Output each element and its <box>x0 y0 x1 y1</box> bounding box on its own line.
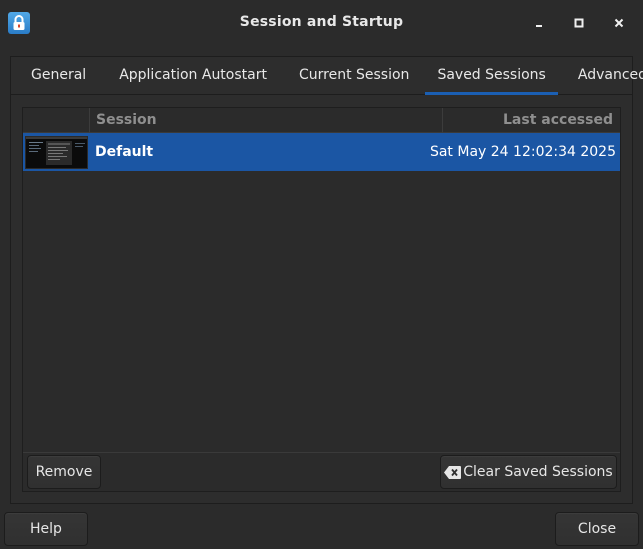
close-icon <box>614 18 624 28</box>
tab-saved-sessions[interactable]: Saved Sessions <box>425 57 559 95</box>
sessions-list[interactable]: Session Last accessed Default Sat May 24… <box>23 108 620 452</box>
maximize-icon <box>574 18 584 28</box>
session-screenshot-thumbnail <box>25 136 88 169</box>
close-window-button[interactable] <box>608 12 630 34</box>
session-column-header[interactable]: Session <box>90 108 443 133</box>
tab-general[interactable]: General <box>14 57 103 94</box>
saved-sessions-panel: Session Last accessed Default Sat May 24… <box>22 107 621 492</box>
divider <box>23 452 620 453</box>
close-button[interactable]: Close <box>555 512 639 546</box>
last-accessed-column-header[interactable]: Last accessed <box>443 108 620 133</box>
minimize-icon <box>536 25 542 27</box>
clear-saved-sessions-label: Clear Saved Sessions <box>463 464 613 480</box>
session-name: Default <box>95 144 154 160</box>
minimize-button[interactable] <box>528 12 550 34</box>
settings-notebook: General Application Autostart Current Se… <box>10 56 643 504</box>
session-last-accessed: Sat May 24 12:02:34 2025 <box>429 144 616 160</box>
maximize-button[interactable] <box>568 12 590 34</box>
session-row[interactable]: Default Sat May 24 12:02:34 2025 <box>23 133 620 171</box>
help-button[interactable]: Help <box>4 512 88 546</box>
clear-backspace-icon <box>444 465 462 479</box>
tab-bar: General Application Autostart Current Se… <box>11 57 643 95</box>
clear-saved-sessions-button[interactable]: Clear Saved Sessions <box>440 455 617 489</box>
title-bar[interactable]: Session and Startup <box>0 0 643 46</box>
thumbnail-column-header[interactable] <box>23 108 90 133</box>
sessions-list-header: Session Last accessed <box>23 108 620 133</box>
tab-application-autostart[interactable]: Application Autostart <box>103 57 283 94</box>
tab-advanced[interactable]: Advanced <box>558 57 643 94</box>
tab-current-session[interactable]: Current Session <box>283 57 425 94</box>
remove-button[interactable]: Remove <box>27 455 101 489</box>
